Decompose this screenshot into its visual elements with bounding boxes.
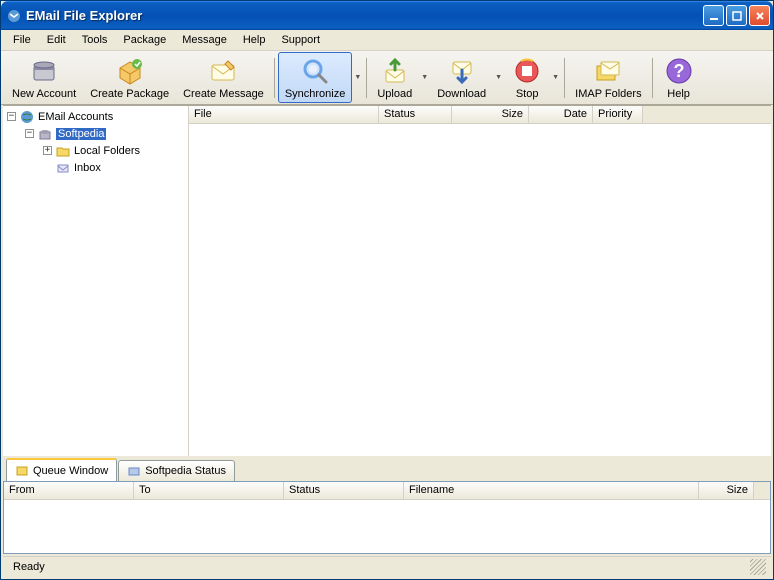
collapse-icon[interactable]: −	[7, 112, 16, 121]
tree-account[interactable]: − Softpedia	[5, 125, 186, 142]
toolbar-separator	[366, 58, 367, 98]
tree-local-folders-label: Local Folders	[74, 145, 140, 157]
main-area: − EMail Accounts − Softpedia + Local Fol…	[3, 105, 771, 456]
status-text: Ready	[8, 561, 50, 573]
toolbar-separator	[652, 58, 653, 98]
menu-package[interactable]: Package	[115, 32, 174, 48]
tab-status-label: Softpedia Status	[145, 465, 226, 477]
queue-header: From To Status Filename Size	[4, 482, 770, 500]
qcol-filename[interactable]: Filename	[404, 482, 699, 499]
upload-dropdown[interactable]: ▼	[419, 52, 430, 103]
tab-queue-label: Queue Window	[33, 465, 108, 477]
col-size[interactable]: Size	[452, 106, 529, 123]
col-priority[interactable]: Priority	[593, 106, 643, 123]
help-button[interactable]: ? Help	[656, 52, 702, 103]
synchronize-button[interactable]: Synchronize	[278, 52, 353, 103]
tree-local-folders[interactable]: + Local Folders	[5, 142, 186, 159]
inbox-icon	[55, 160, 71, 176]
folders-icon	[592, 55, 624, 87]
list-body[interactable]	[189, 124, 771, 456]
collapse-icon[interactable]: −	[25, 129, 34, 138]
statusbar: Ready	[3, 556, 771, 577]
maximize-button[interactable]	[726, 5, 747, 26]
qcol-status[interactable]: Status	[284, 482, 404, 499]
col-status[interactable]: Status	[379, 106, 452, 123]
col-date[interactable]: Date	[529, 106, 593, 123]
account-icon	[28, 55, 60, 87]
app-icon	[6, 8, 22, 24]
create-package-button[interactable]: Create Package	[83, 52, 176, 103]
list-header: File Status Size Date Priority	[189, 106, 771, 124]
sync-icon	[299, 55, 331, 87]
menu-edit[interactable]: Edit	[39, 32, 74, 48]
help-icon: ?	[663, 55, 695, 87]
package-icon	[114, 55, 146, 87]
upload-button[interactable]: Upload	[370, 52, 419, 103]
menu-help[interactable]: Help	[235, 32, 274, 48]
download-dropdown[interactable]: ▼	[493, 52, 504, 103]
qcol-to[interactable]: To	[134, 482, 284, 499]
menubar: File Edit Tools Package Message Help Sup…	[1, 30, 773, 51]
menu-support[interactable]: Support	[273, 32, 328, 48]
tree-inbox[interactable]: Inbox	[5, 159, 186, 176]
tree-root[interactable]: − EMail Accounts	[5, 108, 186, 125]
folder-icon	[55, 143, 71, 159]
qcol-size[interactable]: Size	[699, 482, 754, 499]
download-icon	[446, 55, 478, 87]
menu-file[interactable]: File	[5, 32, 39, 48]
download-button[interactable]: Download	[430, 52, 493, 103]
stop-button[interactable]: Stop	[504, 52, 550, 103]
qcol-from[interactable]: From	[4, 482, 134, 499]
tree-root-label: EMail Accounts	[38, 111, 113, 123]
status-tab-icon	[127, 464, 141, 478]
titlebar: EMail File Explorer	[1, 1, 773, 30]
earth-icon	[19, 109, 35, 125]
tree-inbox-label: Inbox	[74, 162, 101, 174]
stop-icon	[511, 55, 543, 87]
new-account-button[interactable]: New Account	[5, 52, 83, 103]
imap-folders-button[interactable]: IMAP Folders	[568, 52, 648, 103]
tree-account-label: Softpedia	[56, 128, 106, 140]
synchronize-dropdown[interactable]: ▼	[352, 52, 363, 103]
expand-icon[interactable]: +	[43, 146, 52, 155]
queue-icon	[15, 464, 29, 478]
svg-text:?: ?	[673, 61, 684, 81]
upload-icon	[379, 55, 411, 87]
toolbar-separator	[274, 58, 275, 98]
minimize-button[interactable]	[703, 5, 724, 26]
message-icon	[207, 55, 239, 87]
toolbar-separator	[564, 58, 565, 98]
account-small-icon	[37, 126, 53, 142]
tree-panel[interactable]: − EMail Accounts − Softpedia + Local Fol…	[3, 106, 189, 456]
toolbar: New Account Create Package Create Messag…	[1, 51, 773, 105]
close-button[interactable]	[749, 5, 770, 26]
bottom-panel: Queue Window Softpedia Status From To St…	[3, 458, 771, 554]
tab-softpedia-status[interactable]: Softpedia Status	[118, 460, 235, 481]
col-file[interactable]: File	[189, 106, 379, 123]
menu-tools[interactable]: Tools	[74, 32, 116, 48]
resize-grip[interactable]	[750, 559, 766, 575]
stop-dropdown[interactable]: ▼	[550, 52, 561, 103]
file-list-panel: File Status Size Date Priority	[189, 106, 771, 456]
tab-queue-window[interactable]: Queue Window	[6, 458, 117, 481]
queue-panel: From To Status Filename Size	[3, 481, 771, 554]
create-message-button[interactable]: Create Message	[176, 52, 271, 103]
window-title: EMail File Explorer	[26, 8, 703, 23]
tabs-strip: Queue Window Softpedia Status	[3, 458, 771, 481]
menu-message[interactable]: Message	[174, 32, 235, 48]
